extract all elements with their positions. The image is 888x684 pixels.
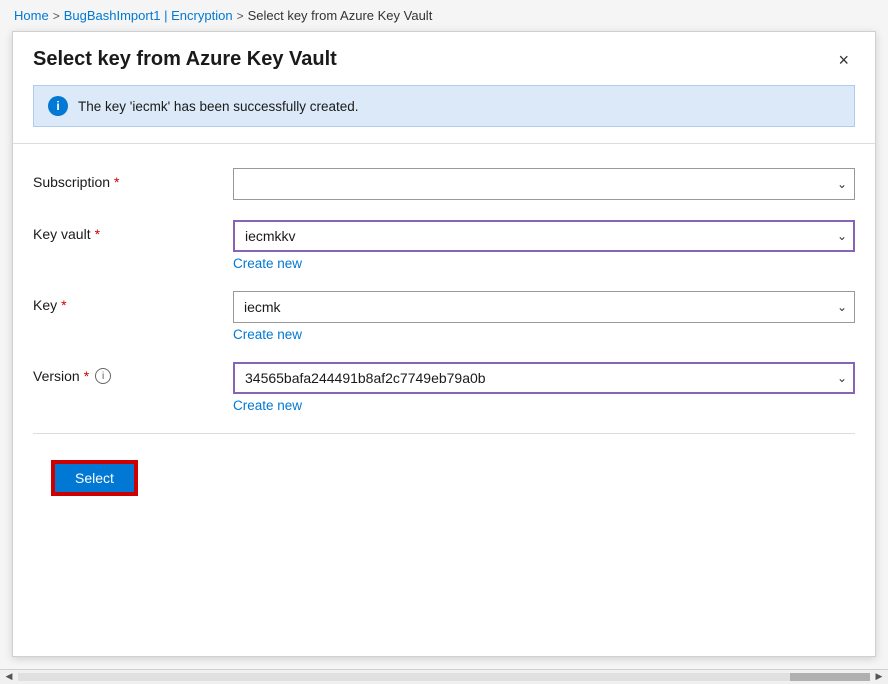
key-row: Key * iecmk ⌄ Create new (33, 275, 855, 346)
version-create-new-link[interactable]: Create new (233, 398, 855, 413)
dialog-footer: Select (33, 450, 855, 514)
key-vault-required: * (95, 226, 100, 242)
dialog-body: Subscription * ⌄ Key vault * (13, 143, 875, 656)
key-vault-label: Key vault * (33, 220, 213, 242)
version-label: Version * i (33, 362, 213, 384)
info-banner-message: The key 'iecmk' has been successfully cr… (78, 99, 359, 114)
subscription-row: Subscription * ⌄ (33, 152, 855, 204)
scroll-left-arrow[interactable]: ◀ (2, 670, 16, 684)
horizontal-scrollbar: ◀ ▶ (0, 669, 888, 683)
key-dropdown-wrapper: iecmk ⌄ (233, 291, 855, 323)
version-dropdown-wrapper: 34565bafa244491b8af2c7749eb79a0b ⌄ (233, 362, 855, 394)
scroll-track[interactable] (18, 673, 870, 681)
breadcrumb: Home > BugBashImport1 | Encryption > Sel… (0, 0, 888, 31)
version-required: * (84, 368, 89, 384)
close-button[interactable]: × (832, 49, 855, 71)
select-button[interactable]: Select (53, 462, 136, 494)
key-control: iecmk ⌄ Create new (233, 291, 855, 342)
breadcrumb-home[interactable]: Home (14, 8, 49, 23)
info-banner: i The key 'iecmk' has been successfully … (33, 85, 855, 127)
subscription-select[interactable] (233, 168, 855, 200)
breadcrumb-resource[interactable]: BugBashImport1 | Encryption (64, 8, 233, 23)
key-vault-select[interactable]: iecmkkv (233, 220, 855, 252)
key-vault-control: iecmkkv ⌄ Create new (233, 220, 855, 271)
scroll-right-arrow[interactable]: ▶ (872, 670, 886, 684)
scroll-thumb (790, 673, 870, 681)
key-vault-row: Key vault * iecmkkv ⌄ Create new (33, 204, 855, 275)
version-info-icon[interactable]: i (95, 368, 111, 384)
dialog-container: Select key from Azure Key Vault × i The … (12, 31, 876, 657)
footer-divider (33, 433, 855, 434)
key-label: Key * (33, 291, 213, 313)
subscription-label: Subscription * (33, 168, 213, 190)
version-row: Version * i 34565bafa244491b8af2c7749eb7… (33, 346, 855, 417)
version-select[interactable]: 34565bafa244491b8af2c7749eb79a0b (233, 362, 855, 394)
subscription-dropdown-wrapper: ⌄ (233, 168, 855, 200)
dialog-header: Select key from Azure Key Vault × (13, 32, 875, 85)
key-select[interactable]: iecmk (233, 291, 855, 323)
breadcrumb-sep-2: > (237, 9, 244, 23)
subscription-required: * (114, 174, 119, 190)
info-icon: i (48, 96, 68, 116)
key-vault-create-new-link[interactable]: Create new (233, 256, 855, 271)
breadcrumb-sep-1: > (53, 9, 60, 23)
key-create-new-link[interactable]: Create new (233, 327, 855, 342)
dialog-title: Select key from Azure Key Vault (33, 48, 337, 71)
version-control: 34565bafa244491b8af2c7749eb79a0b ⌄ Creat… (233, 362, 855, 413)
key-vault-dropdown-wrapper: iecmkkv ⌄ (233, 220, 855, 252)
key-required: * (61, 297, 66, 313)
subscription-control: ⌄ (233, 168, 855, 200)
breadcrumb-current: Select key from Azure Key Vault (248, 8, 433, 23)
